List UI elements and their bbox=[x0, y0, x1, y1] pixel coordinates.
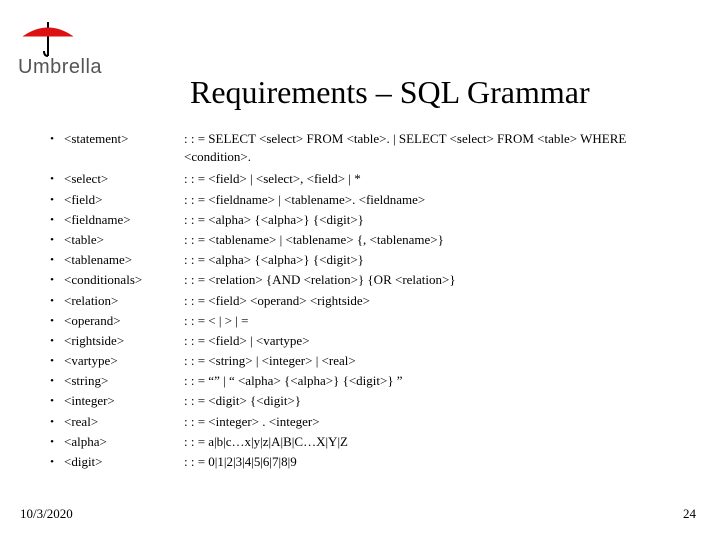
rule-term: <conditionals> bbox=[64, 271, 184, 289]
footer-page-number: 24 bbox=[683, 506, 696, 522]
bullet-icon: • bbox=[40, 352, 64, 369]
rule-definition: : : = <digit> {<digit>} bbox=[184, 392, 690, 410]
rule-term: <operand> bbox=[64, 312, 184, 330]
bullet-icon: • bbox=[40, 332, 64, 349]
rule-term: <fieldname> bbox=[64, 211, 184, 229]
rule-definition: : : = SELECT <select> FROM <table>. | SE… bbox=[184, 130, 690, 166]
grammar-rule: •<tablename>: : = <alpha> {<alpha>} {<di… bbox=[40, 251, 690, 269]
grammar-rule: •<operand>: : = < | > | = bbox=[40, 312, 690, 330]
bullet-icon: • bbox=[40, 231, 64, 248]
rule-definition: : : = <integer> . <integer> bbox=[184, 413, 690, 431]
rule-definition: : : = < | > | = bbox=[184, 312, 690, 330]
rule-definition: : : = a|b|c…x|y|z|A|B|C…X|Y|Z bbox=[184, 433, 690, 451]
bullet-icon: • bbox=[40, 372, 64, 389]
rule-term: <tablename> bbox=[64, 251, 184, 269]
rule-definition: : : = <alpha> {<alpha>} {<digit>} bbox=[184, 211, 690, 229]
grammar-rule: •<rightside>: : = <field> | <vartype> bbox=[40, 332, 690, 350]
rule-term: <alpha> bbox=[64, 433, 184, 451]
grammar-rule: •<digit>: : = 0|1|2|3|4|5|6|7|8|9 bbox=[40, 453, 690, 471]
rule-term: <digit> bbox=[64, 453, 184, 471]
rule-definition: : : = <relation> {AND <relation>} {OR <r… bbox=[184, 271, 690, 289]
rule-term: <field> bbox=[64, 191, 184, 209]
bullet-icon: • bbox=[40, 312, 64, 329]
bullet-icon: • bbox=[40, 130, 64, 147]
rule-definition: : : = <fieldname> | <tablename>. <fieldn… bbox=[184, 191, 690, 209]
rule-definition: : : = 0|1|2|3|4|5|6|7|8|9 bbox=[184, 453, 690, 471]
rule-term: <statement> bbox=[64, 130, 184, 148]
grammar-rule: •<table>: : = <tablename> | <tablename> … bbox=[40, 231, 690, 249]
rule-term: <vartype> bbox=[64, 352, 184, 370]
bullet-icon: • bbox=[40, 251, 64, 268]
grammar-rule: •<string>: : = “” | “ <alpha> {<alpha>} … bbox=[40, 372, 690, 390]
rule-term: <integer> bbox=[64, 392, 184, 410]
bullet-icon: • bbox=[40, 292, 64, 309]
grammar-rule: •<fieldname>: : = <alpha> {<alpha>} {<di… bbox=[40, 211, 690, 229]
grammar-rule: •<select>: : = <field> | <select>, <fiel… bbox=[40, 170, 690, 188]
rule-definition: : : = <alpha> {<alpha>} {<digit>} bbox=[184, 251, 690, 269]
grammar-rule: •<relation>: : = <field> <operand> <righ… bbox=[40, 292, 690, 310]
slide-title: Requirements – SQL Grammar bbox=[190, 74, 590, 111]
grammar-rule: •<real>: : = <integer> . <integer> bbox=[40, 413, 690, 431]
slide: Umbrella Requirements – SQL Grammar •<st… bbox=[0, 0, 720, 540]
grammar-rule: •<integer>: : = <digit> {<digit>} bbox=[40, 392, 690, 410]
bullet-icon: • bbox=[40, 453, 64, 470]
grammar-list: •<statement>: : = SELECT <select> FROM <… bbox=[40, 130, 690, 473]
rule-term: <table> bbox=[64, 231, 184, 249]
rule-definition: : : = <field> | <vartype> bbox=[184, 332, 690, 350]
grammar-rule: •<vartype>: : = <string> | <integer> | <… bbox=[40, 352, 690, 370]
rule-term: <rightside> bbox=[64, 332, 184, 350]
rule-definition: : : = <field> | <select>, <field> | * bbox=[184, 170, 690, 188]
logo-text: Umbrella bbox=[18, 56, 102, 79]
rule-definition: : : = <string> | <integer> | <real> bbox=[184, 352, 690, 370]
rule-term: <string> bbox=[64, 372, 184, 390]
rule-definition: : : = <field> <operand> <rightside> bbox=[184, 292, 690, 310]
footer-date: 10/3/2020 bbox=[20, 506, 73, 522]
rule-definition: : : = <tablename> | <tablename> {, <tabl… bbox=[184, 231, 690, 249]
bullet-icon: • bbox=[40, 170, 64, 187]
bullet-icon: • bbox=[40, 271, 64, 288]
umbrella-icon bbox=[18, 22, 78, 58]
grammar-rule: •<field>: : = <fieldname> | <tablename>.… bbox=[40, 191, 690, 209]
bullet-icon: • bbox=[40, 191, 64, 208]
rule-term: <real> bbox=[64, 413, 184, 431]
rule-term: <relation> bbox=[64, 292, 184, 310]
grammar-rule: •<alpha>: : = a|b|c…x|y|z|A|B|C…X|Y|Z bbox=[40, 433, 690, 451]
bullet-icon: • bbox=[40, 433, 64, 450]
grammar-rule: •<statement>: : = SELECT <select> FROM <… bbox=[40, 130, 690, 166]
rule-definition: : : = “” | “ <alpha> {<alpha>} {<digit>}… bbox=[184, 372, 690, 390]
rule-term: <select> bbox=[64, 170, 184, 188]
bullet-icon: • bbox=[40, 413, 64, 430]
bullet-icon: • bbox=[40, 211, 64, 228]
grammar-rule: •<conditionals>: : = <relation> {AND <re… bbox=[40, 271, 690, 289]
bullet-icon: • bbox=[40, 392, 64, 409]
